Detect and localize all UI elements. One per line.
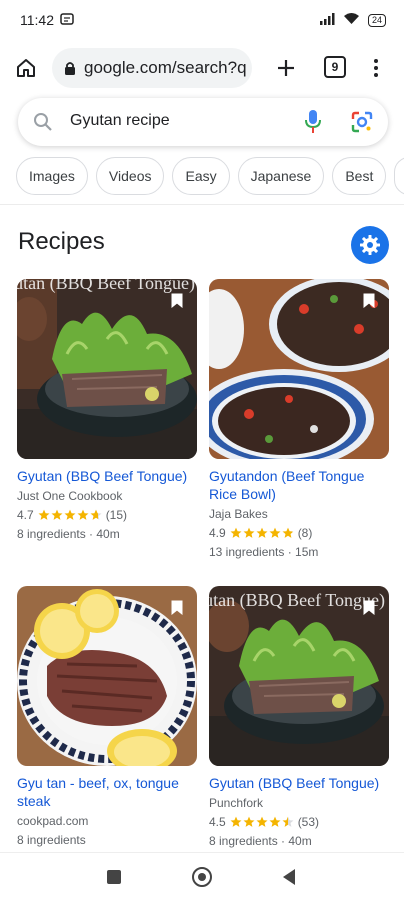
star-rating: [38, 509, 102, 521]
home-button[interactable]: [12, 52, 40, 84]
chip-japanese[interactable]: Japanese: [237, 157, 325, 195]
review-count: (8): [297, 526, 313, 540]
chip-easy[interactable]: Easy: [172, 157, 230, 195]
recipe-rating: 4.5 (53): [209, 815, 389, 829]
recipe-card[interactable]: Gyutan (BBQ Beef Tongue) Gyutan (BBQ Bee…: [17, 279, 197, 541]
rating-value: 4.5: [209, 815, 226, 829]
chip-more[interactable]: [394, 157, 404, 195]
bookmark-icon[interactable]: [363, 600, 375, 620]
search-input[interactable]: Gyutan recipe: [70, 112, 170, 130]
recipe-image-gyutandon[interactable]: [209, 279, 389, 459]
chip-images[interactable]: Images: [16, 157, 88, 195]
star-icon: [90, 509, 102, 520]
notification-icon: [60, 12, 74, 28]
recipe-meta: 8 ingredients: [17, 833, 86, 847]
url-text: google.com/search?q: [84, 58, 247, 77]
star-icon: [51, 509, 63, 520]
new-tab-button[interactable]: [270, 52, 302, 84]
rating-value: 4.7: [17, 508, 34, 522]
status-time: 11:42: [20, 12, 54, 28]
star-icon: [256, 816, 268, 827]
bookmark-icon[interactable]: [363, 293, 375, 313]
mic-icon[interactable]: [304, 109, 322, 140]
star-icon: [77, 509, 89, 520]
image-watermark: Gyutan (BBQ Beef Tongue): [209, 590, 385, 611]
recipe-title[interactable]: Gyutan (BBQ Beef Tongue): [17, 467, 197, 485]
recipe-settings-button[interactable]: [351, 226, 389, 264]
chip-videos[interactable]: Videos: [95, 157, 165, 195]
recipe-meta: 8 ingredients · 40m: [17, 527, 120, 541]
status-bar: 11:42 24: [0, 0, 404, 40]
chip-best[interactable]: Best: [332, 157, 387, 195]
star-icon: [282, 816, 294, 827]
recipe-rating: 4.7 (15): [17, 508, 197, 522]
recipe-title[interactable]: Gyutandon (Beef Tongue Rice Bowl): [209, 467, 389, 503]
home-nav-button[interactable]: [192, 867, 212, 887]
search-box[interactable]: Gyutan recipe: [18, 98, 388, 146]
back-icon: [283, 869, 295, 885]
star-icon: [282, 527, 294, 538]
battery-icon: 24: [367, 13, 386, 27]
star-icon: [269, 527, 281, 538]
more-vert-icon: [374, 59, 378, 77]
recipe-image-gyu-tan-steak[interactable]: [17, 586, 197, 766]
recipe-meta: 13 ingredients · 15m: [209, 545, 319, 559]
image-watermark: Gyutan (BBQ Beef Tongue): [17, 279, 195, 294]
recipes-heading: Recipes: [18, 228, 105, 255]
recipe-source: cookpad.com: [17, 814, 89, 828]
more-menu-button[interactable]: [364, 52, 388, 84]
review-count: (15): [105, 508, 128, 522]
star-icon: [243, 816, 255, 827]
recipe-title[interactable]: Gyutan (BBQ Beef Tongue): [209, 774, 389, 792]
signal-icon: [319, 12, 335, 28]
recipe-source: Punchfork: [209, 796, 264, 810]
lock-icon: [64, 61, 76, 76]
recipe-image-gyutan[interactable]: Gyutan (BBQ Beef Tongue): [17, 279, 197, 459]
recipe-title[interactable]: Gyu tan - beef, ox, tongue steak: [17, 774, 197, 810]
search-icon: [32, 111, 54, 138]
plus-icon: [278, 60, 294, 76]
divider: [0, 204, 404, 205]
recipe-meta: 8 ingredients · 40m: [209, 834, 312, 848]
recents-button[interactable]: [107, 870, 121, 884]
filter-chips: Images Videos Easy Japanese Best: [16, 157, 404, 195]
star-icon: [230, 527, 242, 538]
recipe-card[interactable]: Gyutandon (Beef Tongue Rice Bowl) Jaja B…: [209, 279, 389, 559]
star-icon: [269, 816, 281, 827]
wifi-icon: [343, 12, 360, 28]
star-icon: [230, 816, 242, 827]
star-rating: [230, 527, 294, 539]
bookmark-icon[interactable]: [171, 293, 183, 313]
recipe-rating: 4.9 (8): [209, 526, 389, 540]
gear-icon: [360, 235, 380, 255]
review-count: (53): [297, 815, 320, 829]
browser-toolbar: google.com/search?q 9: [0, 44, 404, 92]
rating-value: 4.9: [209, 526, 226, 540]
recipe-card[interactable]: Gyu tan - beef, ox, tongue steak cookpad…: [17, 586, 197, 847]
url-bar[interactable]: google.com/search?q: [52, 48, 252, 88]
recipe-source: Jaja Bakes: [209, 507, 268, 521]
recipe-card[interactable]: Gyutan (BBQ Beef Tongue) Gyutan (BBQ Bee…: [209, 586, 389, 848]
star-icon: [256, 527, 268, 538]
star-icon: [38, 509, 50, 520]
recipe-image-gyutan-punchfork[interactable]: Gyutan (BBQ Beef Tongue): [209, 586, 389, 766]
lens-icon[interactable]: [350, 110, 374, 139]
bookmark-icon[interactable]: [171, 600, 183, 620]
star-icon: [243, 527, 255, 538]
system-nav-bar: [0, 852, 404, 900]
star-icon: [64, 509, 76, 520]
star-rating: [230, 816, 294, 828]
recipe-source: Just One Cookbook: [17, 489, 123, 503]
back-button[interactable]: [282, 868, 296, 891]
home-icon: [17, 59, 35, 77]
tab-switcher-button[interactable]: 9: [324, 56, 346, 78]
